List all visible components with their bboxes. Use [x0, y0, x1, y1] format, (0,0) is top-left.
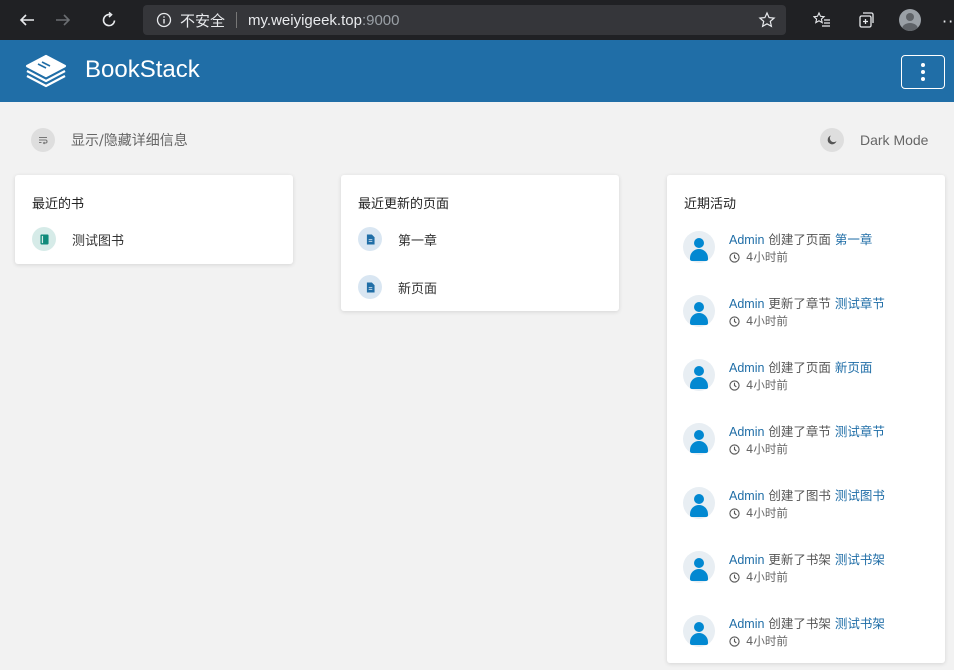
refresh-icon [102, 11, 116, 27]
activity-action: 更新了章节 [768, 296, 831, 311]
user-avatar-icon[interactable] [683, 615, 715, 647]
info-icon[interactable] [156, 12, 172, 28]
profile-button[interactable] [888, 0, 932, 40]
forward-button[interactable] [46, 0, 80, 40]
clock-icon [729, 571, 740, 583]
activity-time: 4小时前 [746, 634, 788, 648]
book-name: 测试图书 [72, 233, 125, 249]
activity-action: 创建了页面 [768, 232, 831, 247]
moon-icon [820, 128, 844, 152]
page-item[interactable]: 新页面 [358, 275, 437, 299]
refresh-button[interactable] [92, 0, 126, 40]
user-link[interactable]: Admin [729, 297, 764, 311]
user-avatar-icon[interactable] [683, 231, 715, 263]
recent-pages-card: 最近更新的页面 第一章 新页面 [341, 175, 619, 311]
recent-books-card: 最近的书 测试图书 [15, 175, 293, 264]
user-link[interactable]: Admin [729, 617, 764, 631]
favorites-button[interactable] [800, 0, 844, 40]
activity-action: 创建了章节 [768, 424, 831, 439]
clock-icon [729, 315, 740, 327]
activity-target-link[interactable]: 测试书架 [835, 552, 885, 567]
activity-target-link[interactable]: 测试图书 [835, 488, 885, 503]
page-name: 新页面 [398, 281, 438, 297]
activity-time: 4小时前 [746, 442, 788, 456]
activity-time: 4小时前 [746, 250, 788, 264]
user-link[interactable]: Admin [729, 489, 764, 503]
profile-avatar-icon [899, 9, 921, 31]
dark-mode-label: Dark Mode [860, 132, 929, 148]
menu-dot [921, 63, 925, 67]
page-name: 第一章 [398, 233, 438, 249]
activity-time: 4小时前 [746, 378, 788, 392]
activity-action: 创建了页面 [768, 360, 831, 375]
user-avatar-icon[interactable] [683, 551, 715, 583]
star-icon[interactable] [758, 11, 776, 29]
page-item[interactable]: 第一章 [358, 227, 437, 251]
bookstack-logo-icon[interactable] [24, 52, 68, 90]
recent-activity-card: 近期活动 Admin 创建了页面 第一章 4小时前 Admin 更新了章节 测试… [667, 175, 945, 663]
user-avatar-icon[interactable] [683, 359, 715, 391]
activity-target-link[interactable]: 第一章 [835, 232, 873, 247]
favorites-list-icon [813, 11, 830, 27]
page-icon [358, 227, 382, 251]
url-host[interactable]: my.weiyigeek.top [248, 12, 362, 29]
book-icon [32, 227, 56, 251]
activity-item: Admin 创建了页面 第一章 4小时前 [683, 229, 933, 273]
activity-item: Admin 创建了章节 测试章节 4小时前 [683, 421, 933, 465]
user-avatar-icon[interactable] [683, 295, 715, 327]
collections-button[interactable] [844, 0, 888, 40]
arrow-right-icon [56, 14, 71, 26]
card-title: 最近的书 [32, 197, 85, 212]
user-link[interactable]: Admin [729, 553, 764, 567]
divider [236, 12, 238, 28]
card-title: 近期活动 [684, 197, 737, 212]
book-item[interactable]: 测试图书 [32, 227, 124, 251]
activity-action: 创建了书架 [768, 616, 831, 631]
user-avatar-icon[interactable] [683, 423, 715, 455]
page-icon [358, 275, 382, 299]
activity-action: 创建了图书 [768, 488, 831, 503]
user-link[interactable]: Admin [729, 425, 764, 439]
security-status[interactable]: 不安全 [180, 10, 225, 31]
browser-toolbar: 不安全 my.weiyigeek.top:9000 ·· [0, 0, 954, 40]
toggle-details-label: 显示/隐藏详细信息 [71, 133, 188, 149]
collections-icon [859, 12, 874, 28]
activity-target-link[interactable]: 测试书架 [835, 616, 885, 631]
back-button[interactable] [10, 0, 44, 40]
activity-item: Admin 创建了页面 新页面 4小时前 [683, 357, 933, 401]
user-link[interactable]: Admin [729, 233, 764, 247]
clock-icon [729, 507, 740, 519]
activity-item: Admin 更新了章节 测试章节 4小时前 [683, 293, 933, 337]
menu-dot [921, 70, 925, 74]
toggle-details-button[interactable]: 显示/隐藏详细信息 [31, 128, 188, 152]
activity-target-link[interactable]: 测试章节 [835, 296, 885, 311]
activity-time: 4小时前 [746, 506, 788, 520]
arrow-left-icon [19, 14, 34, 26]
url-port[interactable]: :9000 [362, 12, 400, 29]
clock-icon [729, 443, 740, 455]
activity-target-link[interactable]: 新页面 [835, 360, 873, 375]
activity-time: 4小时前 [746, 570, 788, 584]
activity-action: 更新了书架 [768, 552, 831, 567]
user-avatar-icon[interactable] [683, 487, 715, 519]
card-title: 最近更新的页面 [358, 197, 450, 212]
clock-icon [729, 635, 740, 647]
toggle-details-icon [31, 128, 55, 152]
activity-target-link[interactable]: 测试章节 [835, 424, 885, 439]
clock-icon [729, 379, 740, 391]
menu-dot [921, 77, 925, 81]
header-menu-button[interactable] [901, 55, 945, 89]
dark-mode-button[interactable]: Dark Mode [820, 128, 928, 152]
activity-item: Admin 创建了图书 测试图书 4小时前 [683, 485, 933, 529]
activity-time: 4小时前 [746, 314, 788, 328]
app-header: BookStack [0, 40, 954, 102]
activity-item: Admin 更新了书架 测试书架 4小时前 [683, 549, 933, 593]
clock-icon [729, 251, 740, 263]
address-bar[interactable]: 不安全 my.weiyigeek.top:9000 [143, 5, 786, 35]
more-menu-icon[interactable]: ·· [942, 12, 954, 31]
app-title[interactable]: BookStack [85, 56, 200, 84]
user-link[interactable]: Admin [729, 361, 764, 375]
activity-item: Admin 创建了书架 测试书架 4小时前 [683, 613, 933, 657]
